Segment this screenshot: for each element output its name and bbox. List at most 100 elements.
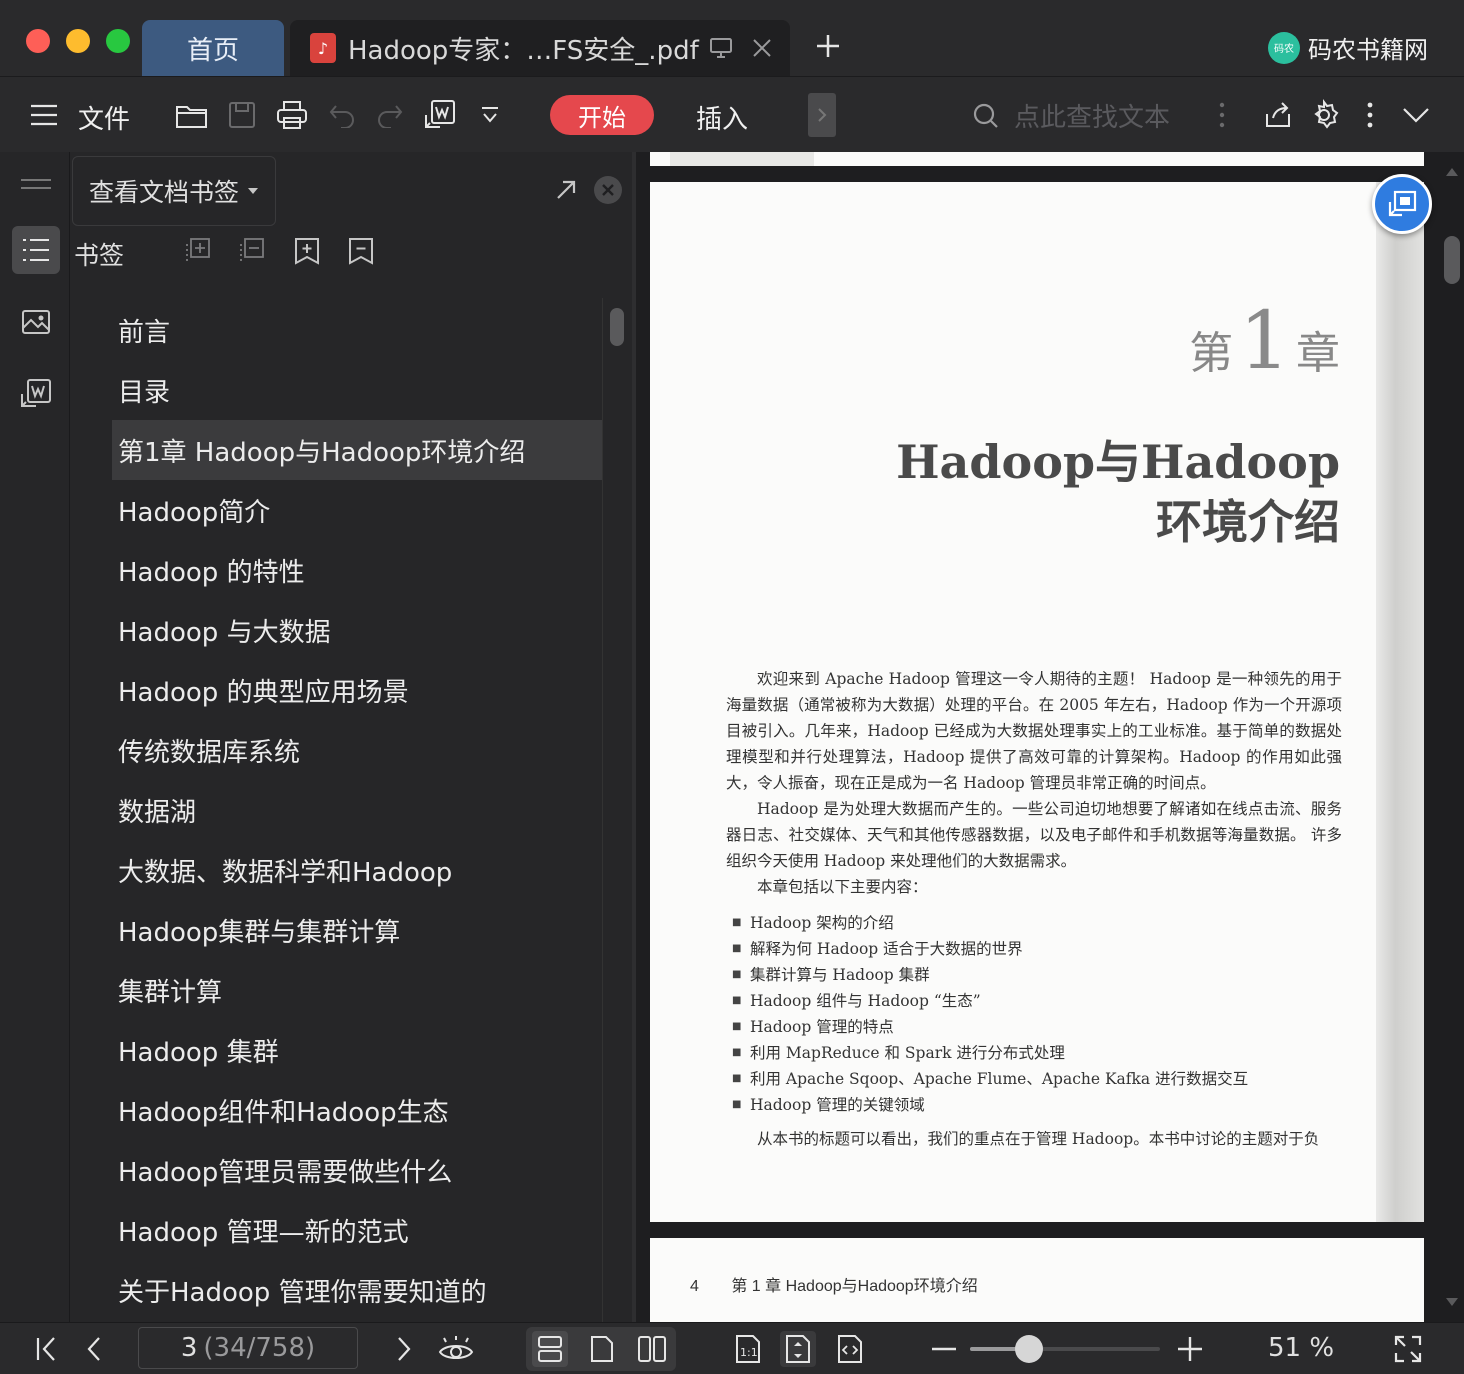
current-page: 第 1 章 Hadoop与Hadoop 环境介绍 欢迎来到 Apache Had… (650, 182, 1424, 1222)
bookmark-item[interactable]: Hadoop 集群 (112, 1020, 602, 1080)
paragraph: 本章包括以下主要内容： (757, 878, 928, 896)
floating-convert-button[interactable] (1372, 174, 1432, 234)
tab-home-label: 首页 (186, 35, 239, 66)
pop-out-panel-icon[interactable] (554, 178, 578, 202)
zoom-slider-knob[interactable] (1014, 1335, 1043, 1363)
bookmark-item[interactable]: 目录 (112, 360, 602, 420)
topic-list-item: Hadoop 架构的介绍 (726, 910, 1342, 936)
page-number-field[interactable]: 3 (34/758) (138, 1327, 358, 1369)
undo-icon[interactable] (324, 97, 360, 133)
convert-word-icon[interactable] (422, 97, 458, 133)
bookmark-item[interactable]: 集群计算 (112, 960, 602, 1020)
fit-page-icon[interactable] (780, 1331, 816, 1367)
topic-list-item: 集群计算与 Hadoop 集群 (726, 962, 1342, 988)
bookmark-item[interactable]: 关于Hadoop 管理你需要知道的 (112, 1260, 602, 1320)
tab-document[interactable]: ♪ Hadoop专家：…FS安全_.pdf (290, 20, 790, 76)
chapter-title: Hadoop与Hadoop 环境介绍 (896, 432, 1340, 552)
redo-icon[interactable] (372, 97, 408, 133)
first-page-icon[interactable] (28, 1331, 64, 1367)
next-page-icon[interactable] (386, 1331, 422, 1367)
pdf-file-icon: ♪ (310, 33, 336, 63)
page-detail: (34/758) (203, 1333, 316, 1363)
remove-bookmark-icon[interactable] (346, 236, 376, 266)
chapter-title-line-1: Hadoop与Hadoop (896, 435, 1340, 489)
print-icon[interactable] (274, 97, 310, 133)
fullscreen-icon[interactable] (1390, 1331, 1426, 1367)
bookmark-view-dropdown[interactable]: 查看文档书签 (72, 156, 276, 226)
chapter-title-line-2: 环境介绍 (1156, 495, 1340, 549)
bookmark-scrollbar[interactable] (610, 308, 624, 346)
settings-gear-icon[interactable] (1306, 97, 1342, 133)
bookmark-item[interactable]: 数据湖 (112, 780, 602, 840)
ribbon-scroll-right-button[interactable] (808, 93, 836, 137)
next-page-number: 4 (690, 1278, 699, 1295)
file-menu[interactable]: 文件 (78, 99, 130, 136)
caret-down-icon (247, 187, 259, 195)
zoom-slider[interactable] (970, 1347, 1160, 1351)
single-page-icon[interactable] (584, 1331, 620, 1367)
bookmark-item[interactable]: Hadoop组件和Hadoop生态 (112, 1080, 602, 1140)
chapter-body: 欢迎来到 Apache Hadoop 管理这一令人期待的主题！ Hadoop 是… (726, 666, 1342, 1152)
save-icon[interactable] (224, 97, 260, 133)
actual-size-icon[interactable]: 1:1 (730, 1331, 766, 1367)
bookmark-item[interactable]: 前言 (112, 300, 602, 360)
bookmark-item[interactable]: Hadoop管理员需要做些什么 (112, 1140, 602, 1200)
more-dropdown-icon[interactable] (472, 97, 508, 133)
paragraph: Hadoop 是为处理大数据而产生的。一些公司迫切地想要了解诸如在线点击流、服务… (726, 800, 1342, 870)
minimize-window-button[interactable] (66, 29, 90, 53)
fit-width-icon[interactable] (832, 1331, 868, 1367)
bookmark-item[interactable]: 传统数据库系统 (112, 720, 602, 780)
tab-home[interactable]: 首页 (142, 20, 284, 76)
bookmark-item[interactable]: Hadoop集群与集群计算 (112, 900, 602, 960)
previous-page-icon[interactable] (76, 1331, 112, 1367)
paragraph: 从本书的标题可以看出，我们的重点在于管理 Hadoop。本书中讨论的主题对于负 (757, 1130, 1320, 1148)
paragraph: 欢迎来到 Apache Hadoop 管理这一令人期待的主题！ Hadoop 是… (726, 670, 1342, 792)
bookmark-item[interactable]: 第1章 Hadoop与Hadoop环境介绍 (112, 420, 602, 480)
bookmark-item[interactable]: Hadoop 的典型应用场景 (112, 660, 602, 720)
scroll-up-arrow-icon[interactable] (1446, 168, 1458, 176)
bookmark-item[interactable]: 大数据、数据科学和Hadoop (112, 840, 602, 900)
bookmark-item[interactable]: Hadoop简介 (112, 480, 602, 540)
new-tab-button[interactable] (812, 30, 844, 62)
bookmark-item[interactable]: Hadoop 管理—新的范式 (112, 1200, 602, 1260)
chapter-suffix: 章 (1296, 328, 1340, 379)
topic-list-item: Hadoop 管理的关键领域 (726, 1092, 1342, 1118)
add-bookmark-icon[interactable] (292, 236, 322, 266)
bookmark-item[interactable]: Hadoop 的特性 (112, 540, 602, 600)
topic-list-item: Hadoop 管理的特点 (726, 1014, 1342, 1040)
maximize-window-button[interactable] (106, 29, 130, 53)
monitor-icon[interactable] (709, 37, 733, 59)
open-folder-icon[interactable] (174, 97, 210, 133)
document-scrollbar[interactable] (1444, 236, 1460, 284)
tab-insert[interactable]: 插入 (696, 99, 748, 136)
collapse-ribbon-chevron-icon[interactable] (1398, 97, 1434, 133)
share-icon[interactable] (1260, 97, 1296, 133)
zoom-in-icon[interactable] (1172, 1331, 1208, 1367)
menu-icon[interactable] (26, 97, 62, 133)
search-bar[interactable]: 点此查找文本 (972, 97, 1170, 134)
thumbnails-view-icon[interactable] (12, 298, 60, 346)
more-options-icon[interactable] (1352, 97, 1388, 133)
close-window-button[interactable] (26, 29, 50, 53)
search-options-icon[interactable] (1204, 97, 1240, 133)
bookmarks-view-icon[interactable] (12, 226, 60, 274)
title-bar: 首页 ♪ Hadoop专家：…FS安全_.pdf 码农 码农书籍网 (0, 0, 1464, 76)
collapse-all-icon[interactable] (238, 236, 268, 266)
tab-start[interactable]: 开始 (550, 95, 654, 135)
collapse-panel-icon[interactable] (12, 160, 60, 208)
reading-mode-eye-icon[interactable] (438, 1331, 474, 1367)
continuous-scroll-icon[interactable] (532, 1331, 568, 1367)
close-tab-icon[interactable] (751, 37, 773, 59)
topic-list-item: 解释为何 Hadoop 适合于大数据的世界 (726, 936, 1342, 962)
zoom-out-icon[interactable] (926, 1331, 962, 1367)
document-viewer[interactable]: 第 1 章 Hadoop与Hadoop 环境介绍 欢迎来到 Apache Had… (636, 152, 1464, 1322)
brand[interactable]: 码农 码农书籍网 (1268, 30, 1428, 65)
convert-icon[interactable] (12, 370, 60, 418)
close-panel-icon[interactable] (594, 176, 622, 204)
expand-all-icon[interactable] (184, 236, 214, 266)
scroll-down-arrow-icon[interactable] (1446, 1298, 1458, 1306)
zoom-level[interactable]: 51 % (1268, 1333, 1334, 1363)
bookmark-item[interactable]: Hadoop 与大数据 (112, 600, 602, 660)
two-page-icon[interactable] (634, 1331, 670, 1367)
chapter-number: 1 (1239, 294, 1290, 387)
